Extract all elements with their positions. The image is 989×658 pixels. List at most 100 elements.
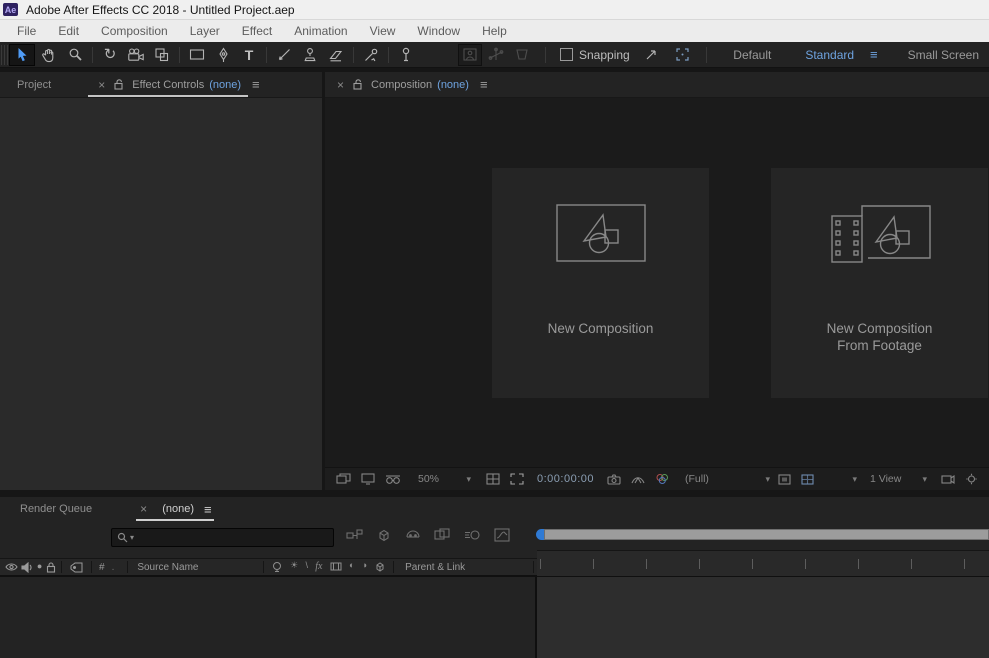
time-ruler[interactable] [537, 550, 989, 576]
menu-edit[interactable]: Edit [47, 24, 90, 38]
new-composition-button[interactable]: New Composition [492, 168, 709, 398]
transparency-grid-icon[interactable] [801, 474, 814, 485]
adjustment-layer-icon[interactable]: ◑ [362, 561, 367, 573]
label-column-header[interactable] [65, 562, 88, 573]
timeline-tab-close-icon[interactable]: × [140, 502, 147, 516]
workspace-default[interactable]: Default [733, 48, 771, 62]
effects-fx-icon[interactable]: fx [315, 561, 322, 573]
effect-controls-close-icon[interactable]: × [98, 78, 105, 92]
search-icon[interactable] [117, 532, 128, 543]
search-input[interactable] [137, 531, 333, 545]
tab-project[interactable]: Project [17, 79, 51, 91]
effect-controls-target[interactable]: (none) [209, 79, 241, 91]
graph-editor-icon[interactable] [494, 528, 510, 542]
parent-link-column-header[interactable]: Parent & Link [397, 562, 530, 573]
main-viewer-icon[interactable] [361, 473, 375, 485]
layer-list-area[interactable] [0, 577, 535, 658]
draft-3d-icon[interactable] [376, 528, 392, 542]
always-preview-icon[interactable] [336, 473, 351, 485]
pen-tool-button[interactable] [211, 44, 235, 66]
current-time-display[interactable]: 0:00:00:00 [537, 473, 594, 485]
number-column-header[interactable]: # . [95, 562, 124, 573]
zoom-tool-button[interactable] [63, 44, 87, 66]
roto-brush-tool-button[interactable] [359, 44, 383, 66]
menu-view[interactable]: View [359, 24, 407, 38]
tab-composition[interactable]: Composition [371, 79, 432, 91]
lock-icon[interactable] [46, 562, 56, 573]
track-area[interactable] [537, 577, 989, 658]
frame-blending-icon[interactable] [434, 528, 451, 542]
audio-speaker-icon[interactable] [21, 562, 33, 573]
composition-target[interactable]: (none) [437, 79, 469, 91]
collapse-transformations-icon[interactable]: ☀ [290, 561, 298, 573]
adjust-exposure-icon[interactable] [965, 473, 978, 485]
search-filter-chevron-icon[interactable]: ▾ [130, 533, 134, 542]
view-layout-select[interactable]: 1 View ▾ [866, 473, 930, 485]
view-axis-mode-button[interactable] [510, 44, 534, 66]
tab-render-queue[interactable]: Render Queue [20, 503, 92, 515]
snap-along-edges-button[interactable] [640, 44, 664, 66]
composition-close-icon[interactable]: × [337, 78, 344, 92]
timeline-active-tab[interactable]: (none) [162, 503, 194, 515]
chevron-down-icon[interactable]: ▾ [852, 474, 857, 485]
snapping-checkbox[interactable] [560, 48, 573, 61]
hand-tool-button[interactable] [37, 44, 61, 66]
shy-switch-icon[interactable] [271, 561, 283, 572]
eraser-tool-button[interactable] [324, 44, 348, 66]
rotation-tool-button[interactable]: ↻ [98, 44, 122, 66]
solo-icon[interactable]: ● [37, 562, 42, 573]
magnification-select[interactable]: 50% ▾ [414, 473, 474, 485]
effect-controls-panel-menu-icon[interactable]: ≡ [252, 77, 260, 92]
motion-blur-switch-icon[interactable]: ◐ [349, 561, 354, 573]
source-name-column-header[interactable]: Source Name [131, 562, 260, 573]
3d-layer-cube-icon[interactable] [374, 561, 386, 573]
hide-shy-layers-icon[interactable] [405, 528, 421, 542]
menu-window[interactable]: Window [406, 24, 471, 38]
time-navigator-bar[interactable] [544, 529, 989, 540]
unlock-icon[interactable] [353, 79, 363, 90]
composition-panel-menu-icon[interactable]: ≡ [480, 77, 488, 92]
menu-file[interactable]: File [6, 24, 47, 38]
resolution-select[interactable]: (Full) ▾ [681, 473, 773, 485]
world-axis-mode-button[interactable] [484, 44, 508, 66]
pan-behind-tool-button[interactable] [150, 44, 174, 66]
menu-effect[interactable]: Effect [231, 24, 283, 38]
time-navigator[interactable] [536, 529, 989, 540]
menu-composition[interactable]: Composition [90, 24, 179, 38]
brush-tool-button[interactable] [272, 44, 296, 66]
motion-blur-icon[interactable] [464, 528, 481, 542]
menu-layer[interactable]: Layer [179, 24, 231, 38]
pixel-aspect-icon[interactable] [778, 474, 791, 485]
workspace-menu-icon[interactable]: ≡ [870, 47, 878, 62]
unlock-icon[interactable] [114, 79, 124, 90]
snapshot-camera-icon[interactable] [607, 474, 621, 485]
quality-icon[interactable]: \ [305, 561, 308, 573]
toolbar-grip[interactable] [1, 45, 8, 65]
timeline-search-box[interactable]: ▾ [111, 528, 334, 547]
stereo-3d-glasses-icon[interactable] [385, 474, 401, 485]
rectangle-tool-button[interactable] [185, 44, 209, 66]
time-navigator-start-handle[interactable] [536, 529, 544, 540]
grid-guides-icon[interactable] [486, 473, 500, 485]
video-eye-icon[interactable] [5, 562, 18, 572]
workspace-standard[interactable]: Standard [805, 48, 854, 62]
clone-stamp-tool-button[interactable] [298, 44, 322, 66]
tab-effect-controls[interactable]: Effect Controls [132, 79, 204, 91]
new-composition-from-footage-button[interactable]: New Composition From Footage [771, 168, 988, 398]
menu-help[interactable]: Help [471, 24, 518, 38]
selection-tool-button[interactable] [9, 44, 35, 66]
show-snapshot-icon[interactable] [631, 474, 645, 485]
type-tool-button[interactable]: T [237, 44, 261, 66]
snap-bounding-box-button[interactable] [671, 44, 695, 66]
share-view-options-icon[interactable] [941, 474, 955, 485]
timeline-panel-menu-icon[interactable]: ≡ [204, 502, 212, 517]
frame-blend-switch-icon[interactable] [330, 561, 342, 572]
region-of-interest-icon[interactable] [510, 473, 524, 485]
puppet-pin-tool-button[interactable] [394, 44, 418, 66]
channel-rgb-icon[interactable] [655, 473, 670, 485]
comp-mini-flowchart-icon[interactable] [346, 528, 363, 542]
camera-tool-button[interactable] [124, 44, 148, 66]
workspace-small-screen[interactable]: Small Screen [908, 48, 979, 62]
local-axis-mode-button[interactable] [458, 44, 482, 66]
menu-animation[interactable]: Animation [283, 24, 358, 38]
